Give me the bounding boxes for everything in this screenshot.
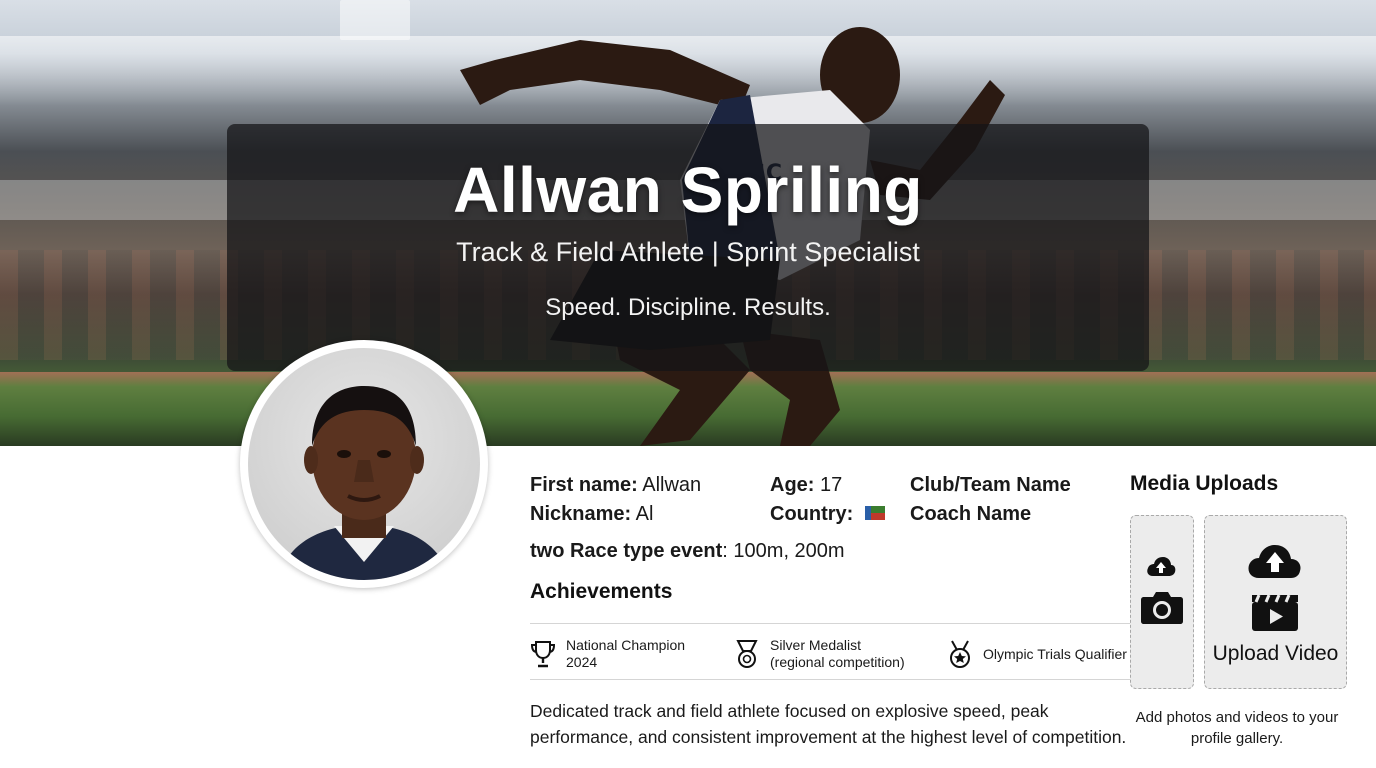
first-name-value: Allwan [642,474,702,496]
achievement-line2: (regional competition) [770,654,905,670]
country-row: Country: [770,503,885,526]
coach-field[interactable]: Coach Name [910,503,1031,526]
athlete-subtitle: Track & Field Athlete | Sprint Specialis… [456,237,920,267]
medal-badge-icon [950,640,970,668]
media-help-line2: profile gallery. [1190,730,1284,747]
divider-top [530,623,1130,624]
camera-icon [1141,592,1183,624]
stadium-light [340,0,410,40]
athlete-tagline: Speed. Discipline. Results. [545,294,831,321]
media-uploads-title: Media Uploads [1130,472,1279,495]
media-help-line1: Add photos and videos to your [1135,709,1339,726]
nickname-label: Nickname: [530,503,632,525]
achievement-line1: Olympic Trials Qualifier [983,645,1127,662]
first-name-row: First name: Allwan [530,474,701,497]
upload-video-button[interactable]: Upload Video [1204,515,1347,689]
achievements-title: Achievements [530,580,673,603]
achievement-item-national-champion: National Champion 2024 [530,634,685,674]
avatar[interactable] [240,340,488,588]
bio-line1: Dedicated track and field athlete focuse… [530,701,1049,721]
upload-video-label: Upload Video [1212,642,1339,665]
first-name-label: First name: [530,474,638,496]
avatar-photo [248,348,480,580]
athlete-name: Allwan Spriling [453,154,923,226]
media-help-text: Add photos and videos to your profile ga… [1126,707,1348,749]
events-label: two Race type event [530,540,723,562]
coach-label: Coach Name [910,503,1032,525]
upload-photo-button[interactable] [1130,515,1194,689]
club-team-field[interactable]: Club/Team Name [910,474,1071,497]
video-clapper-icon [1252,594,1298,631]
achievement-item-olympic-trials: Olympic Trials Qualifier [947,634,1127,674]
bio-text: Dedicated track and field athlete focuse… [530,698,1150,750]
nickname-row: Nickname: Al [530,503,653,526]
country-label: Country: [770,503,854,525]
club-team-label: Club/Team Name [910,474,1071,496]
age-value: 17 [820,474,843,496]
portrait-image [278,386,450,580]
nickname-value: Al [635,503,654,525]
cloud-upload-icon [1147,557,1176,576]
achievement-line1: National Champion [566,637,686,653]
events-row: two Race type event: 100m, 200m [530,540,845,563]
events-value: : 100m, 200m [722,540,845,562]
age-label: Age: [770,474,815,496]
country-flag-icon [864,505,885,520]
achievement-line1: Silver Medalist [770,637,862,653]
achievement-line2: 2024 [566,654,598,670]
bio-line2: performance, and consistent improvement … [530,727,1127,747]
medal-icon [736,640,758,668]
trophy-icon [530,641,556,668]
cloud-upload-icon [1248,545,1301,578]
achievement-item-silver-medalist: Silver Medalist (regional competition) [734,634,905,674]
divider-bottom [530,679,1130,680]
age-row: Age: 17 [770,474,842,497]
